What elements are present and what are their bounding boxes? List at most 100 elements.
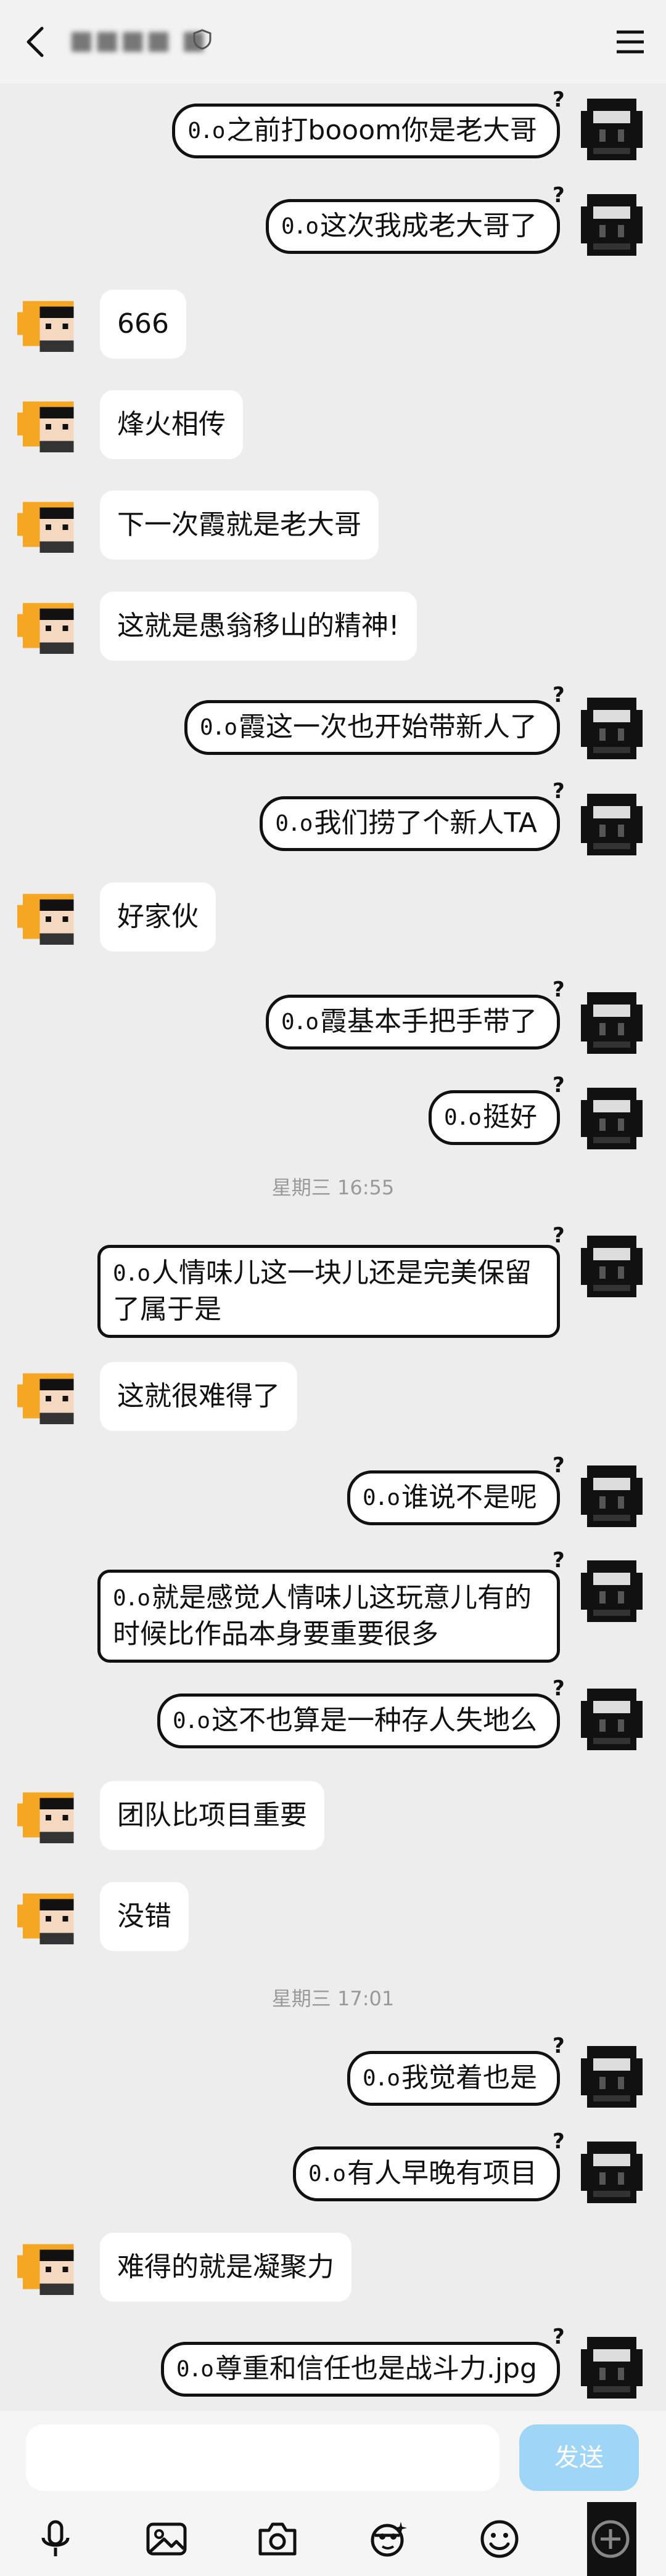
outgoing-bubble[interactable]: 0.o这次我成老大哥了 bbox=[265, 199, 560, 254]
incoming-bubble[interactable]: 难得的就是凝聚力 bbox=[100, 2233, 352, 2302]
outgoing-bubble[interactable]: 0.o人情味儿这一块儿还是完美保留了属于是 bbox=[97, 1245, 560, 1338]
contact-avatar[interactable] bbox=[17, 882, 85, 950]
self-avatar[interactable] bbox=[575, 986, 649, 1060]
message-text: 挺好 bbox=[483, 1101, 537, 1133]
camera-icon[interactable] bbox=[255, 2517, 300, 2561]
self-avatar[interactable] bbox=[575, 1554, 649, 1628]
question-mark-icon: ? bbox=[553, 2129, 565, 2154]
message-text: 霞基本手把手带了 bbox=[320, 1006, 537, 1037]
shield-icon bbox=[193, 29, 212, 50]
self-avatar[interactable] bbox=[575, 188, 649, 262]
question-mark-icon: ? bbox=[553, 1453, 565, 1478]
message-text: 就是感觉人情味儿这玩意儿有的时候比作品本身要重要很多 bbox=[113, 1582, 532, 1650]
message-text: 这不也算是一种存人失地么 bbox=[212, 1705, 537, 1736]
message-text: 没错 bbox=[117, 1901, 171, 1932]
question-mark-icon: ? bbox=[553, 2034, 565, 2058]
question-mark-icon: ? bbox=[553, 1073, 565, 1098]
hamburger-menu-icon[interactable] bbox=[612, 23, 649, 60]
question-mark-icon: ? bbox=[553, 1548, 565, 1573]
incoming-bubble[interactable]: 这就是愚翁移山的精神! bbox=[100, 592, 417, 661]
self-avatar[interactable] bbox=[575, 2135, 649, 2209]
message-text: 霞这一次也开始带新人了 bbox=[239, 711, 537, 743]
outgoing-bubble[interactable]: 0.o霞这一次也开始带新人了 bbox=[184, 700, 560, 755]
oo-emoticon: 0.o bbox=[281, 214, 319, 239]
contact-avatar[interactable] bbox=[17, 390, 85, 458]
incoming-bubble[interactable]: 下一次霞就是老大哥 bbox=[100, 491, 379, 560]
question-mark-icon: ? bbox=[553, 2325, 565, 2349]
timestamp: 星期三 17:01 bbox=[271, 1987, 395, 2010]
chevron-left-icon[interactable] bbox=[18, 23, 56, 60]
message-text: 人情味儿这一块儿还是完美保留了属于是 bbox=[113, 1257, 532, 1325]
contact-avatar[interactable] bbox=[17, 1362, 85, 1430]
message-text: 谁说不是呢 bbox=[401, 1482, 537, 1513]
question-mark-icon: ? bbox=[553, 88, 565, 112]
send-button[interactable]: 发送 bbox=[519, 2424, 639, 2491]
question-mark-icon: ? bbox=[553, 183, 565, 208]
question-mark-icon: ? bbox=[553, 977, 565, 1002]
oo-emoticon: 0.o bbox=[281, 1009, 319, 1035]
message-text: 有人早晚有项目 bbox=[347, 2158, 537, 2189]
incoming-bubble[interactable]: 好家伙 bbox=[100, 882, 216, 952]
self-avatar[interactable] bbox=[575, 788, 649, 862]
outgoing-bubble[interactable]: 0.o有人早晚有项目 bbox=[292, 2146, 560, 2201]
image-icon[interactable] bbox=[144, 2517, 189, 2561]
message-text: 这次我成老大哥了 bbox=[320, 210, 537, 242]
message-text: 我觉着也是 bbox=[401, 2062, 537, 2093]
outgoing-bubble[interactable]: 0.o这不也算是一种存人失地么 bbox=[157, 1694, 560, 1748]
self-avatar[interactable] bbox=[575, 1682, 649, 1756]
oo-emoticon: 0.o bbox=[199, 715, 237, 740]
outgoing-bubble[interactable]: 0.o之前打booom你是老大哥 bbox=[172, 104, 560, 158]
self-avatar[interactable] bbox=[575, 2040, 649, 2114]
self-avatar[interactable] bbox=[575, 1082, 649, 1156]
self-avatar[interactable] bbox=[575, 92, 649, 166]
incoming-bubble[interactable]: 这就很难得了 bbox=[100, 1362, 297, 1431]
outgoing-bubble[interactable]: 0.o挺好 bbox=[428, 1090, 560, 1145]
outgoing-bubble[interactable]: 0.o我们捞了个新人TA bbox=[260, 796, 560, 851]
contact-avatar[interactable] bbox=[17, 1781, 85, 1849]
self-avatar[interactable] bbox=[575, 1459, 649, 1533]
contact-avatar[interactable] bbox=[17, 2233, 85, 2301]
self-avatar[interactable] bbox=[575, 1229, 649, 1303]
incoming-bubble[interactable]: 没错 bbox=[100, 1882, 189, 1951]
message-text: 之前打booom你是老大哥 bbox=[226, 115, 537, 146]
contact-avatar[interactable] bbox=[17, 290, 85, 357]
self-avatar[interactable] bbox=[575, 691, 649, 765]
contact-avatar[interactable] bbox=[17, 491, 85, 558]
oo-emoticon: 0.o bbox=[113, 1261, 150, 1286]
outgoing-bubble[interactable]: 0.o谁说不是呢 bbox=[347, 1470, 560, 1525]
timestamp: 星期三 16:55 bbox=[271, 1176, 395, 1199]
oo-emoticon: 0.o bbox=[275, 811, 313, 836]
emoji-icon[interactable] bbox=[477, 2517, 522, 2561]
message-text: 下一次霞就是老大哥 bbox=[117, 509, 361, 540]
oo-emoticon: 0.o bbox=[308, 2161, 346, 2187]
message-text: 尊重和信任也是战斗力.jpg bbox=[215, 2353, 537, 2384]
message-text: 666 bbox=[117, 308, 169, 340]
message-input[interactable] bbox=[26, 2424, 500, 2491]
oo-emoticon: 0.o bbox=[187, 118, 225, 144]
sticker-icon[interactable] bbox=[366, 2517, 411, 2561]
oo-emoticon: 0.o bbox=[172, 1708, 210, 1734]
message-text: 团队比项目重要 bbox=[117, 1800, 307, 1831]
microphone-icon[interactable] bbox=[33, 2517, 78, 2561]
oo-emoticon: 0.o bbox=[443, 1105, 482, 1130]
message-text: 烽火相传 bbox=[117, 409, 226, 440]
message-text: 这就很难得了 bbox=[117, 1380, 280, 1412]
contact-avatar[interactable] bbox=[17, 592, 85, 659]
message-text: 这就是愚翁移山的精神! bbox=[117, 610, 400, 642]
plus-icon[interactable] bbox=[588, 2517, 633, 2561]
outgoing-bubble[interactable]: 0.o我觉着也是 bbox=[347, 2051, 560, 2106]
contact-avatar[interactable] bbox=[17, 1882, 85, 1950]
incoming-bubble[interactable]: 666 bbox=[100, 290, 186, 359]
self-avatar[interactable] bbox=[575, 2331, 649, 2405]
question-mark-icon: ? bbox=[553, 683, 565, 707]
outgoing-bubble[interactable]: 0.o就是感觉人情味儿这玩意儿有的时候比作品本身要重要很多 bbox=[97, 1570, 560, 1663]
outgoing-bubble[interactable]: 0.o尊重和信任也是战斗力.jpg bbox=[160, 2342, 560, 2397]
oo-emoticon: 0.o bbox=[113, 1586, 150, 1611]
incoming-bubble[interactable]: 团队比项目重要 bbox=[100, 1781, 324, 1850]
oo-emoticon: 0.o bbox=[362, 2066, 400, 2091]
question-mark-icon: ? bbox=[553, 1223, 565, 1248]
composer-bar: 发送 bbox=[0, 2411, 666, 2576]
oo-emoticon: 0.o bbox=[176, 2357, 214, 2382]
incoming-bubble[interactable]: 烽火相传 bbox=[100, 390, 243, 459]
outgoing-bubble[interactable]: 0.o霞基本手把手带了 bbox=[265, 995, 560, 1050]
